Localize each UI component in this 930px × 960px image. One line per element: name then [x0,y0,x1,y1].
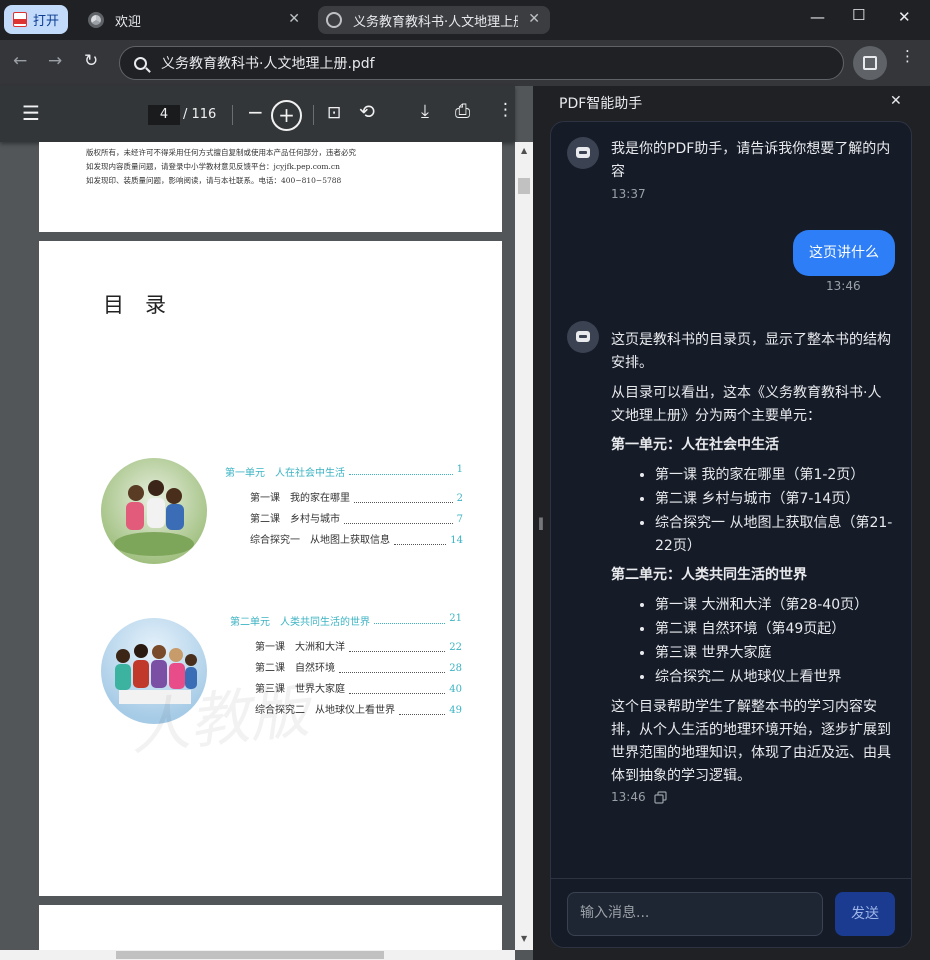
back-icon[interactable]: ← [13,51,27,71]
unit-title: 第二单元 人类共同生活的世界 [230,617,370,628]
scroll-up-icon[interactable]: ▲ [521,146,527,155]
hamburger-icon[interactable]: ☰ [22,101,40,125]
browser-toolbar: ← → ↻ 义务教育教科书·人文地理上册.pdf ⋮ [0,40,930,86]
download-icon[interactable]: ⤓ [421,101,429,122]
toc-item[interactable]: 第一课 我的家在哪里 2 [250,488,463,509]
vertical-scrollbar[interactable]: ▲ ▼ [515,142,533,950]
maximize-icon[interactable]: ☐ [852,6,865,24]
reply-unit2-list: 第一课 大洲和大洋（第28-40页） 第二课 自然环境（第49页起） 第三课 世… [611,594,895,689]
message-time: 13:46 [611,790,646,804]
message-time: 13:37 [611,187,646,201]
print-icon[interactable]: ⎙ [455,100,470,122]
reload-icon[interactable]: ↻ [84,51,98,71]
pdf-viewer: ☰ 4 / 116 − + ⊡ ⟲ ⤓ ⎙ ⋮ 版权所有，未经许可不得采用任何方… [0,86,533,960]
zoom-in-icon[interactable]: + [271,100,302,131]
assistant-title: PDF智能助手 [559,96,643,112]
unit1-photo [101,458,207,564]
scroll-thumb[interactable] [518,178,530,194]
reply-unit1-list: 第一课 我的家在哪里（第1-2页） 第二课 乡村与城市（第7-14页） 综合探究… [611,464,895,558]
pdf-page-toc: 目 录 第一单元 人在社会中生活 1 第一课 我的家在哪里 2 第二课 乡村与城市… [39,241,502,896]
horizontal-scrollbar[interactable] [0,950,515,960]
side-panel-icon [863,56,877,70]
fit-page-icon[interactable]: ⊡ [327,103,341,123]
list-item: 第二课 自然环境（第49页起） [655,618,895,641]
pdf-toolbar: ☰ 4 / 116 − + ⊡ ⟲ ⤓ ⎙ ⋮ [0,86,515,142]
hscroll-thumb[interactable] [116,951,384,959]
side-panel-button[interactable] [853,46,887,80]
copyright-line: 如发现印、装质量问题，影响阅读，请与本社联系。电话：400−810−5788 [86,176,342,185]
globe-icon [326,12,342,28]
list-item: 第一课 我的家在哪里（第1-2页） [655,464,895,487]
zoom-out-icon[interactable]: − [247,100,264,124]
toc-item[interactable]: 综合探究一 从地图上获取信息 14 [250,530,463,551]
copyright-line: 如发现内容质量问题，请登录中小学教材意见反馈平台：jcyjfk.pep.com.… [86,162,340,171]
input-divider [550,878,912,879]
minimize-icon[interactable]: — [810,8,825,26]
close-panel-icon[interactable]: ✕ [890,93,902,109]
message-input[interactable]: 输入消息... [567,892,823,936]
toc-unit1: 第一单元 人在社会中生活 1 第一课 我的家在哪里 2 第二课 乡村与城市 7 综合… [225,464,463,551]
open-label: 打开 [33,14,60,29]
message-time: 13:46 [826,279,861,293]
pdf-page-prev: 版权所有，未经许可不得采用任何方式擅自复制或使用本产品任何部分，违者必究 如发现… [39,142,502,232]
title-bar: 打开 欢迎 ✕ 义务教育教科书·人文地理上册.pdf ✕ — ☐ ✕ [0,0,930,40]
open-button[interactable]: 打开 [4,5,68,34]
list-item: 综合探究二 从地球仪上看世界 [655,666,895,689]
close-icon[interactable]: ✕ [288,11,300,27]
tab-pdf[interactable]: 义务教育教科书·人文地理上册.pdf ✕ [318,6,550,34]
bot-avatar-icon [567,137,599,169]
page-number-input[interactable]: 4 [148,105,180,125]
reply-unit1-heading: 第一单元：人在社会中生活 [611,437,779,453]
list-item: 第一课 大洲和大洋（第28-40页） [655,594,895,617]
panel-resize-handle[interactable]: ‖ [533,86,550,960]
bot-message: 我是你的PDF助手，请告诉我你想要了解的内容 [611,141,891,180]
reply-para: 从目录可以看出，这本《义务教育教科书·人文地理上册》分为两个主要单元： [611,385,882,424]
toc-unit1-header[interactable]: 第一单元 人在社会中生活 1 [225,464,463,479]
window-close-icon[interactable]: ✕ [898,8,911,26]
toc-item[interactable]: 第一课 大洲和大洋 22 [255,637,462,658]
bot-avatar-icon [567,321,599,353]
page-total: / 116 [183,107,217,122]
tab-title: 义务教育教科书·人文地理上册.pdf [353,14,518,30]
bot-message: 这页是教科书的目录页，显示了整本书的结构安排。 从目录可以看出，这本《义务教育教… [611,329,895,788]
more-icon[interactable]: ⋮ [497,100,514,120]
reply-intro: 这页是教科书的目录页，显示了整本书的结构安排。 [611,332,891,371]
chrome-icon [88,12,104,28]
list-item: 第二课 乡村与城市（第7-14页） [655,488,895,511]
unit-page: 1 [456,464,463,475]
pdf-icon [13,12,27,27]
watermark: 人教版 [126,675,313,765]
reply-unit2-heading: 第二单元：人类共同生活的世界 [611,567,807,583]
forward-icon[interactable]: → [48,51,62,71]
scroll-down-icon[interactable]: ▼ [521,934,527,943]
unit-page: 21 [449,613,462,624]
toc-unit2-header[interactable]: 第二单元 人类共同生活的世界 21 [230,613,462,628]
toc-item[interactable]: 第二课 乡村与城市 7 [250,509,463,530]
list-item: 第三课 世界大家庭 [655,642,895,665]
tab-title: 欢迎 [115,14,142,30]
copy-icon[interactable] [654,791,667,804]
copyright-line: 版权所有，未经许可不得采用任何方式擅自复制或使用本产品任何部分，违者必究 [86,148,356,157]
address-text: 义务教育教科书·人文地理上册.pdf [161,56,375,72]
reply-conclusion: 这个目录帮助学生了解整本书的学习内容安排，从个人生活的地理环境开始，逐步扩展到世… [611,699,891,784]
list-item: 综合探究一 从地图上获取信息（第21-22页） [655,512,895,558]
search-icon [134,56,147,70]
rotate-icon[interactable]: ⟲ [359,101,375,123]
toc-title: 目 录 [103,293,166,317]
unit-title: 第一单元 人在社会中生活 [225,468,345,479]
user-message: 这页讲什么 [793,230,895,276]
menu-icon[interactable]: ⋮ [900,49,915,64]
tab-welcome[interactable]: 欢迎 ✕ [80,6,310,34]
drag-handle-icon[interactable]: ‖ [538,516,544,530]
close-icon[interactable]: ✕ [528,11,540,27]
send-button[interactable]: 发送 [835,892,895,936]
address-bar[interactable]: 义务教育教科书·人文地理上册.pdf [119,46,844,80]
